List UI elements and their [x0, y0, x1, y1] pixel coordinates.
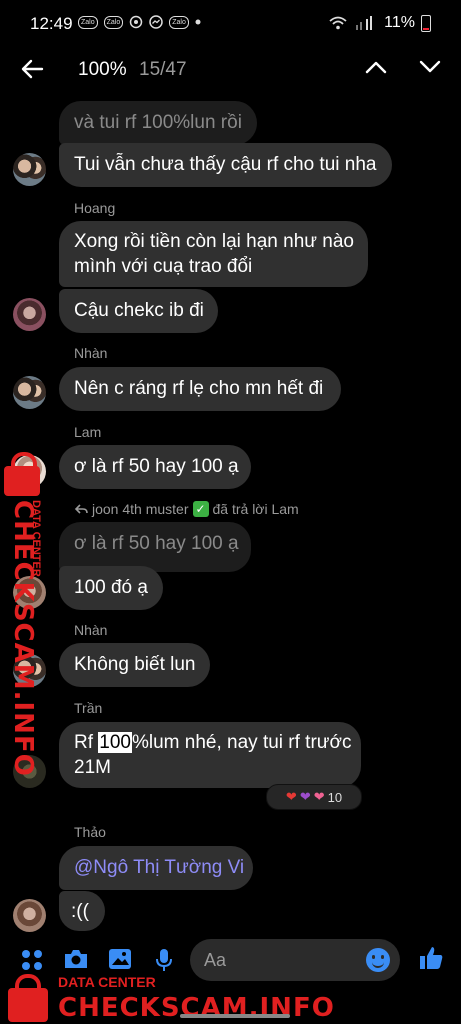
- status-right: 11%: [328, 14, 431, 32]
- emoji-icon[interactable]: [366, 948, 390, 972]
- search-header: 100% 15/47: [0, 48, 461, 90]
- message-bubble[interactable]: Tui vẫn chưa thấy cậu rf cho tui nha: [59, 143, 392, 187]
- sender-name: Lam: [74, 424, 102, 440]
- search-match-counter: 15/47: [139, 59, 187, 80]
- back-arrow-icon[interactable]: [20, 58, 44, 80]
- watermark-brand: CHECKSCAM.INFO: [58, 993, 335, 1023]
- dot-icon: [195, 19, 201, 25]
- message-line: Rf 100%lum nhé, nay tui rf trước: [74, 732, 352, 753]
- chevron-down-icon[interactable]: [418, 59, 442, 75]
- avatar[interactable]: [13, 899, 46, 932]
- message-line: mình với cuạ trao đổi: [74, 256, 253, 277]
- watermark-tagline: DATA CENTER: [58, 974, 156, 990]
- sender-name: Trần: [74, 700, 103, 716]
- message-bubble[interactable]: 100 đó ạ: [59, 566, 163, 610]
- sender-name: Hoang: [74, 200, 116, 216]
- message-bubble[interactable]: Không biết lun: [59, 643, 210, 687]
- message-bubble[interactable]: :((: [59, 891, 105, 931]
- zalo-icon: Zalo: [78, 15, 98, 29]
- search-highlight: 100: [98, 732, 132, 753]
- message-line: Xong rồi tiền còn lại hạn như nào: [74, 231, 354, 252]
- avatar[interactable]: [13, 376, 46, 409]
- reply-author: joon 4th muster: [92, 501, 189, 517]
- battery-icon: [421, 14, 431, 32]
- avatar[interactable]: [13, 298, 46, 331]
- zoom-label: 100%: [78, 59, 127, 80]
- purple-heart-icon: ❤: [299, 789, 311, 804]
- thumbs-up-icon[interactable]: [418, 945, 444, 971]
- sender-name: Nhàn: [74, 345, 108, 361]
- message-bubble[interactable]: và tui rf 100%lun rồi: [59, 101, 257, 145]
- zalo-icon: Zalo: [169, 15, 189, 29]
- message-placeholder: Aa: [204, 950, 227, 970]
- reaction-count: 10: [327, 789, 343, 805]
- reaction-summary[interactable]: ❤ ❤ ❤ 10: [266, 784, 362, 810]
- message-bubble[interactable]: Xong rồi tiền còn lại hạn như nào mình v…: [59, 221, 368, 287]
- reply-arrow-icon: [74, 504, 88, 514]
- message-bubble[interactable]: @Ngô Thị Tường Vi: [59, 846, 253, 890]
- mention-link[interactable]: @Ngô Thị Tường Vi: [74, 857, 244, 878]
- avatar[interactable]: [13, 153, 46, 186]
- message-line: 21M: [74, 757, 111, 778]
- message-bubble[interactable]: Cậu chekc ib đi: [59, 289, 218, 333]
- watermark-tagline: DATA CENTER: [30, 500, 42, 577]
- red-heart-icon: ❤: [285, 789, 297, 804]
- microphone-icon[interactable]: [154, 948, 174, 972]
- image-icon[interactable]: [108, 948, 132, 970]
- message-bubble[interactable]: Nên c ráng rf lẹ cho mn hết đi: [59, 367, 341, 411]
- menu-dots-icon[interactable]: [20, 948, 44, 972]
- sync-icon: [130, 15, 143, 29]
- status-bar: 12:49 Zalo Zalo Zalo 11%: [0, 0, 461, 48]
- lock-icon: [4, 452, 40, 496]
- notification-icons: Zalo Zalo Zalo: [78, 15, 201, 29]
- home-indicator[interactable]: [180, 1014, 290, 1018]
- watermark-side: CHECKSCAM.INFO DATA CENTER: [0, 450, 48, 777]
- message-bubble[interactable]: ơ là rf 50 hay 100 ạ: [59, 445, 251, 489]
- checkmark-icon: ✓: [192, 501, 209, 517]
- sender-name: Thảo: [74, 824, 106, 840]
- signal-icon: [356, 16, 373, 30]
- chevron-up-icon[interactable]: [364, 59, 388, 75]
- message-bubble[interactable]: Rf 100%lum nhé, nay tui rf trước 21M: [59, 722, 361, 788]
- wifi-icon: [329, 16, 347, 30]
- reply-note: joon 4th muster ✓ đã trả lời Lam: [74, 501, 299, 517]
- battery-percent: 11%: [384, 14, 415, 31]
- camera-icon[interactable]: [63, 948, 89, 970]
- zalo-icon: Zalo: [103, 15, 124, 29]
- sender-name: Nhàn: [74, 622, 108, 638]
- reply-suffix: đã trả lời Lam: [212, 501, 299, 517]
- two-hearts-icon: ❤: [313, 789, 325, 804]
- lock-icon: [8, 974, 48, 1022]
- message-input[interactable]: Aa: [190, 939, 400, 981]
- status-time: 12:49: [30, 14, 73, 33]
- quoted-message[interactable]: ơ là rf 50 hay 100 ạ: [59, 522, 251, 572]
- messenger-icon: [149, 15, 163, 29]
